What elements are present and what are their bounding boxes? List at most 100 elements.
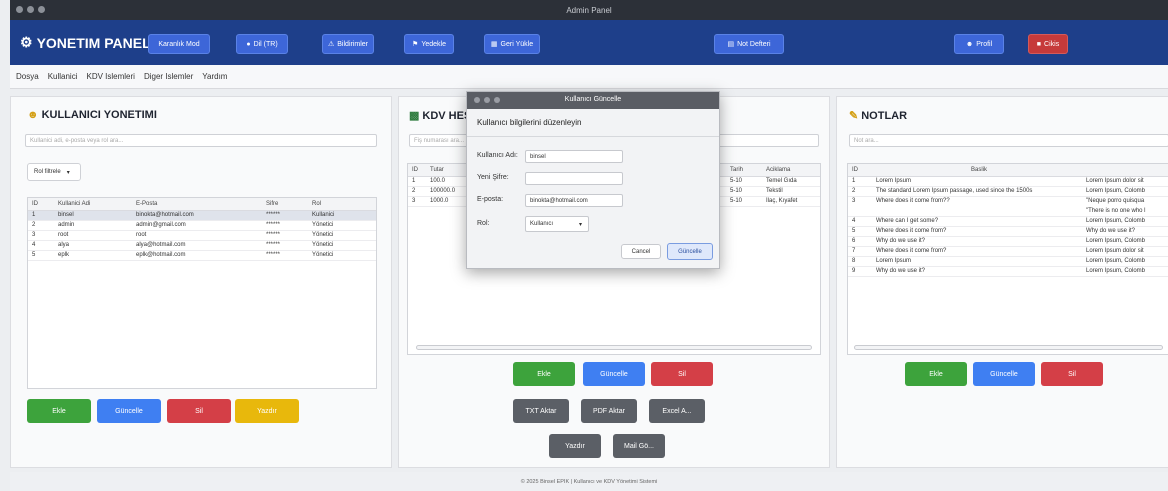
profile-button[interactable]: ☻ Profil [954, 34, 1004, 54]
dialog-window-controls[interactable] [474, 97, 500, 103]
delete-kdv-button[interactable]: Sil [651, 362, 713, 386]
user-management-panel: ☻ KULLANICI YONETIMI Kullanici adi, e-po… [10, 96, 392, 468]
table-cell: Kullanici [308, 210, 376, 221]
print-users-button[interactable]: Yazdır [235, 399, 299, 423]
export-excel-button[interactable]: Excel A... [649, 399, 705, 423]
table-row[interactable]: 4 Where can I get some? Lorem Ipsum, Colom… [848, 216, 1168, 227]
column-header[interactable]: ID [848, 164, 872, 177]
menu-kdv[interactable]: KDV Islemleri [86, 72, 134, 81]
user-search-input[interactable]: Kullanici adi, e-posta veya rol ara... [25, 134, 377, 147]
table-cell: 2 [848, 186, 872, 197]
export-pdf-button[interactable]: PDF Aktar [581, 399, 637, 423]
column-header[interactable]: Aciklama [762, 164, 820, 177]
delete-note-button[interactable]: Sil [1041, 362, 1103, 386]
logout-button[interactable]: ■ Cikis [1028, 34, 1068, 54]
top-navbar: ⚙ YONETIM PANELI Karanlık Mod ● Dil (TR)… [10, 20, 1168, 65]
username-label: Kullanıcı Adı: [477, 152, 518, 159]
footer: © 2025 Binsel EPIK | Kullanıcı ve KDV Yö… [10, 472, 1168, 491]
update-kdv-button[interactable]: Güncelle [583, 362, 645, 386]
column-header[interactable]: Rol [308, 198, 376, 211]
table-cell: 7 [848, 246, 872, 257]
table-cell: Lorem Ipsum dolor sit [1082, 176, 1168, 187]
lock-icon: ■ [1036, 40, 1042, 48]
table-row[interactable]: 5 eplk eplk@hotmail.com ****** Yönetici [28, 250, 376, 261]
table-cell: Lorem Ipsum, Colomb [1082, 216, 1168, 227]
maximize-dialog-icon[interactable] [494, 97, 500, 103]
table-row[interactable]: 9 Why do we use it? Lorem Ipsum, Colomb [848, 266, 1168, 277]
role-filter-select[interactable]: Rol filtrele ▾ [27, 163, 81, 181]
table-row[interactable]: 5 Where does it come from? Why do we use i… [848, 226, 1168, 237]
notes-table: ID Baslik 1 Lorem Ipsum Lorem Ipsum dolor … [847, 163, 1168, 355]
chevron-down-icon: ▾ [66, 169, 70, 176]
brand-title: YONETIM PANELI [36, 34, 155, 51]
username-field[interactable]: binsel [525, 150, 623, 163]
table-row[interactable]: 1 Lorem Ipsum Lorem Ipsum dolor sit [848, 176, 1168, 187]
brand: ⚙ YONETIM PANELI [20, 34, 155, 51]
confirm-update-button[interactable]: Güncelle [667, 243, 713, 260]
cancel-button[interactable]: Cancel [621, 244, 661, 259]
column-header[interactable]: Tarih [726, 164, 762, 177]
send-mail-button[interactable]: Mail Gö... [613, 434, 665, 458]
logout-label: Cikis [1044, 40, 1060, 48]
menu-user[interactable]: Kullanici [48, 72, 78, 81]
language-button[interactable]: ● Dil (TR) [236, 34, 288, 54]
update-user-button[interactable]: Güncelle [97, 399, 161, 423]
table-row[interactable]: 3 root root ****** Yönetici [28, 230, 376, 241]
print-kdv-button[interactable]: Yazdır [549, 434, 601, 458]
export-txt-button[interactable]: TXT Aktar [513, 399, 569, 423]
horizontal-scrollbar[interactable] [416, 345, 812, 350]
new-password-field[interactable] [525, 172, 623, 185]
minimize-dialog-icon[interactable] [484, 97, 490, 103]
notebook-button[interactable]: ▤ Not Defteri [714, 34, 784, 54]
menu-help[interactable]: Yardım [202, 72, 227, 81]
table-row[interactable]: 3 Where does it come from?? "Neque porro q… [848, 196, 1168, 206]
table-row[interactable]: 8 Lorem Ipsum Lorem Ipsum, Colomb [848, 256, 1168, 267]
add-kdv-button[interactable]: Ekle [513, 362, 575, 386]
horizontal-scrollbar[interactable] [854, 345, 1163, 350]
table-row[interactable]: 4 alya alya@hotmail.com ****** Yönetici [28, 240, 376, 251]
table-cell: Why do we use it? [1082, 226, 1168, 237]
folder-icon: ▦ [490, 41, 498, 48]
column-header[interactable]: ID [408, 164, 426, 177]
table-row[interactable]: 2 admin admin@gmail.com ****** Yönetici [28, 220, 376, 231]
table-row[interactable]: 6 Why do we use it? Lorem Ipsum, Colomb [848, 236, 1168, 247]
column-header[interactable]: Kullanici Adi [54, 198, 132, 211]
table-cell: Where can I get some? [872, 216, 1082, 227]
column-header[interactable] [1082, 164, 1168, 177]
update-note-button[interactable]: Güncelle [973, 362, 1035, 386]
email-field[interactable]: binokta@hotmail.com [525, 194, 623, 207]
column-header[interactable]: E-Posta [132, 198, 262, 211]
menu-file[interactable]: Dosya [16, 72, 39, 81]
table-row[interactable]: 7 Where does it come from? Lorem Ipsum dol… [848, 246, 1168, 257]
delete-user-button[interactable]: Sil [167, 399, 231, 423]
backup-button[interactable]: ⚑ Yedekle [404, 34, 454, 54]
table-cell: root [54, 230, 132, 241]
add-user-button[interactable]: Ekle [27, 399, 91, 423]
flag-icon: ⚑ [412, 41, 419, 48]
table-row[interactable]: 1 binsel binokta@hotmail.com ****** Kull… [28, 210, 376, 221]
table-row[interactable]: 2 The standard Lorem Ipsum passage, used … [848, 186, 1168, 197]
column-header[interactable]: Baslik [872, 164, 1082, 177]
table-cell: Lorem Ipsum, Colomb [1082, 186, 1168, 197]
dark-mode-button[interactable]: Karanlık Mod [148, 34, 210, 54]
column-header[interactable]: Sifre [262, 198, 308, 211]
role-select[interactable]: Kullanıcı ▾ [525, 216, 589, 232]
notes-search-input[interactable]: Not ara... [849, 134, 1168, 147]
bar-chart-icon: ▩ [409, 110, 420, 122]
table-cell: admin [54, 220, 132, 231]
restore-button[interactable]: ▦ Geri Yükle [484, 34, 540, 54]
add-note-button[interactable]: Ekle [905, 362, 967, 386]
table-cell: ****** [262, 240, 308, 251]
table-cell: ****** [262, 210, 308, 221]
user-panel-title-text: KULLANICI YONETIMI [41, 109, 157, 121]
column-header[interactable]: ID [28, 198, 54, 211]
table-cell: 1 [28, 210, 54, 221]
menu-other[interactable]: Diger Islemler [144, 72, 193, 81]
table-cell: ****** [262, 250, 308, 261]
close-dialog-icon[interactable] [474, 97, 480, 103]
table-cell: admin@gmail.com [132, 220, 262, 231]
table-cell: 5 [848, 226, 872, 237]
table-cell: 3 [28, 230, 54, 241]
table-row[interactable]: "There is no one who l [848, 206, 1168, 217]
notifications-button[interactable]: ⚠ Bildirimler [322, 34, 374, 54]
